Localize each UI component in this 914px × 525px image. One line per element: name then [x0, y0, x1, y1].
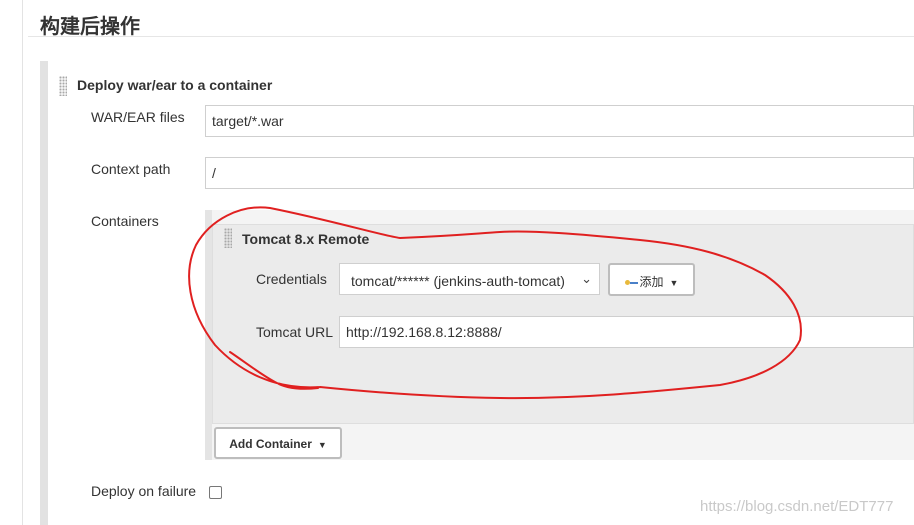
containers-label: Containers	[91, 213, 159, 229]
caret-down-icon: ▼	[317, 440, 327, 450]
section-title: 构建后操作	[40, 14, 140, 38]
add-container-label: Add Container	[229, 437, 312, 451]
section-divider	[28, 36, 914, 37]
add-container-button[interactable]: Add Container ▼	[214, 427, 342, 459]
credentials-label: Credentials	[256, 271, 327, 287]
tomcat-url-label: Tomcat URL	[256, 324, 334, 340]
context-path-input[interactable]	[205, 157, 914, 189]
war-files-input[interactable]	[205, 105, 914, 137]
chevron-down-icon: ⌄	[581, 271, 592, 286]
container-title: Tomcat 8.x Remote	[242, 231, 370, 247]
drag-handle-icon[interactable]	[59, 76, 67, 96]
add-credentials-button[interactable]: 添加 ▼	[608, 263, 695, 296]
container-drag-handle-icon[interactable]	[224, 228, 232, 248]
tomcat-url-input[interactable]	[339, 316, 914, 348]
deploy-on-failure-label: Deploy on failure	[91, 483, 197, 499]
context-path-label: Context path	[91, 161, 171, 177]
caret-down-icon: ▼	[669, 278, 679, 288]
war-files-label: WAR/EAR files	[91, 109, 185, 125]
credentials-select[interactable]: tomcat/****** (jenkins-auth-tomcat) ⌄	[339, 263, 600, 295]
credentials-selected-value: tomcat/****** (jenkins-auth-tomcat)	[351, 273, 565, 289]
watermark: https://blog.csdn.net/EDT777	[700, 498, 894, 515]
step-title: Deploy war/ear to a container	[77, 77, 273, 93]
key-icon	[624, 279, 639, 286]
deploy-on-failure-checkbox[interactable]	[209, 486, 222, 499]
page-left-border	[22, 0, 23, 525]
add-credentials-label: 添加	[639, 275, 664, 289]
